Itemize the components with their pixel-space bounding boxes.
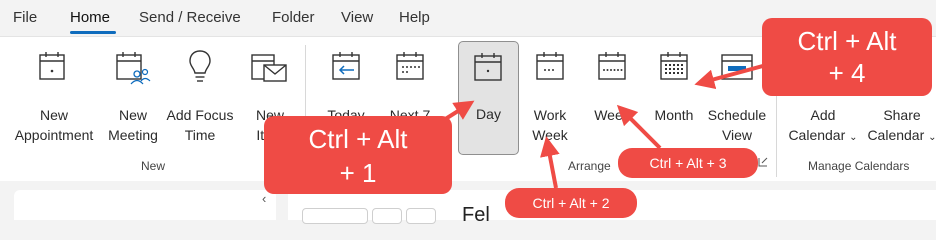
add-focus-time-label-2: Time xyxy=(184,127,216,143)
month-label: Month xyxy=(654,107,694,123)
calendar-month-icon xyxy=(660,52,688,80)
callout-4-line1: Ctrl + Alt xyxy=(797,26,897,56)
tab-home[interactable]: Home xyxy=(70,9,110,26)
callout-ctrl-alt-1: Ctrl + Alt + 1 xyxy=(264,116,452,194)
add-calendar-label-2-wrap: Calendar ⌄ xyxy=(782,125,864,148)
share-calendar-label-2: Calendar xyxy=(867,127,925,143)
schedule-view-icon xyxy=(721,54,753,80)
new-meeting-button[interactable]: New Meeting xyxy=(104,43,162,151)
calendar-day-icon xyxy=(474,53,502,81)
new-meeting-label-1: New xyxy=(118,107,147,123)
arrange-group-label: Arrange xyxy=(568,159,611,173)
next-nav-button[interactable] xyxy=(406,208,436,224)
tab-help[interactable]: Help xyxy=(399,9,430,26)
calendar-week-icon xyxy=(396,52,424,80)
add-focus-time-label-1: Add Focus xyxy=(166,107,234,123)
work-week-label-1: Work xyxy=(533,107,567,123)
callout-ctrl-alt-4: Ctrl + Alt + 4 xyxy=(762,18,932,96)
prev-nav-button[interactable] xyxy=(372,208,402,224)
day-label: Day xyxy=(476,106,501,122)
new-group-label: New xyxy=(141,159,166,173)
callout-3-text: Ctrl + Alt + 3 xyxy=(649,155,727,171)
calendar-fullweek-icon xyxy=(598,52,626,80)
callout-1-line1: Ctrl + Alt xyxy=(308,124,408,154)
new-appointment-label-1: New xyxy=(39,107,68,123)
week-label: Week xyxy=(594,107,630,123)
chevron-down-icon: ⌄ xyxy=(849,132,858,143)
month-view-button[interactable]: Month xyxy=(646,43,702,151)
active-tab-indicator xyxy=(70,31,116,34)
tab-file[interactable]: File xyxy=(13,9,37,26)
new-appointment-button[interactable]: New Appointment xyxy=(8,43,100,151)
manage-calendars-group-label: Manage Calendars xyxy=(808,159,910,173)
schedule-view-label-2: View xyxy=(721,127,753,143)
dialog-launcher-icon[interactable] xyxy=(758,157,768,167)
schedule-view-button[interactable]: Schedule View xyxy=(704,43,770,151)
day-view-button[interactable]: Day xyxy=(458,41,519,155)
today-nav-button[interactable] xyxy=(302,208,368,224)
new-appointment-label-2: Appointment xyxy=(14,127,94,143)
schedule-view-label-1: Schedule xyxy=(707,107,767,123)
new-meeting-label-2: Meeting xyxy=(108,127,158,143)
calendar-workweek-icon xyxy=(536,52,564,80)
folder-pane xyxy=(14,190,276,220)
calendar-people-icon xyxy=(116,52,151,85)
tab-view[interactable]: View xyxy=(341,9,373,26)
week-view-button[interactable]: Week xyxy=(584,43,640,151)
lightbulb-icon xyxy=(189,50,211,82)
callout-ctrl-alt-2: Ctrl + Alt + 2 xyxy=(505,188,637,218)
callout-1-line2: + 1 xyxy=(339,158,377,188)
add-calendar-label-2: Calendar xyxy=(788,127,846,143)
calendar-date-title: Fel xyxy=(462,204,490,226)
callout-2-text: Ctrl + Alt + 2 xyxy=(532,195,610,211)
calendar-arrow-icon xyxy=(332,52,360,80)
callout-ctrl-alt-3: Ctrl + Alt + 3 xyxy=(618,148,758,178)
work-week-label-2: Week xyxy=(532,127,568,143)
work-week-view-button[interactable]: Work Week xyxy=(522,43,578,151)
tab-send-receive[interactable]: Send / Receive xyxy=(139,9,241,26)
calendar-dot-icon xyxy=(39,52,65,80)
envelope-icon xyxy=(251,54,287,82)
chevron-down-icon: ⌄ xyxy=(928,132,936,143)
share-calendar-label-2-wrap: Calendar ⌄ xyxy=(862,125,936,148)
callout-4-line2: + 4 xyxy=(828,58,866,88)
tab-folder[interactable]: Folder xyxy=(272,9,315,26)
share-calendar-label-1: Share xyxy=(883,107,921,123)
add-focus-time-button[interactable]: Add Focus Time xyxy=(164,43,236,151)
collapse-pane-chevron-icon[interactable]: ‹ xyxy=(262,191,266,206)
add-calendar-label-1: Add xyxy=(810,107,836,123)
